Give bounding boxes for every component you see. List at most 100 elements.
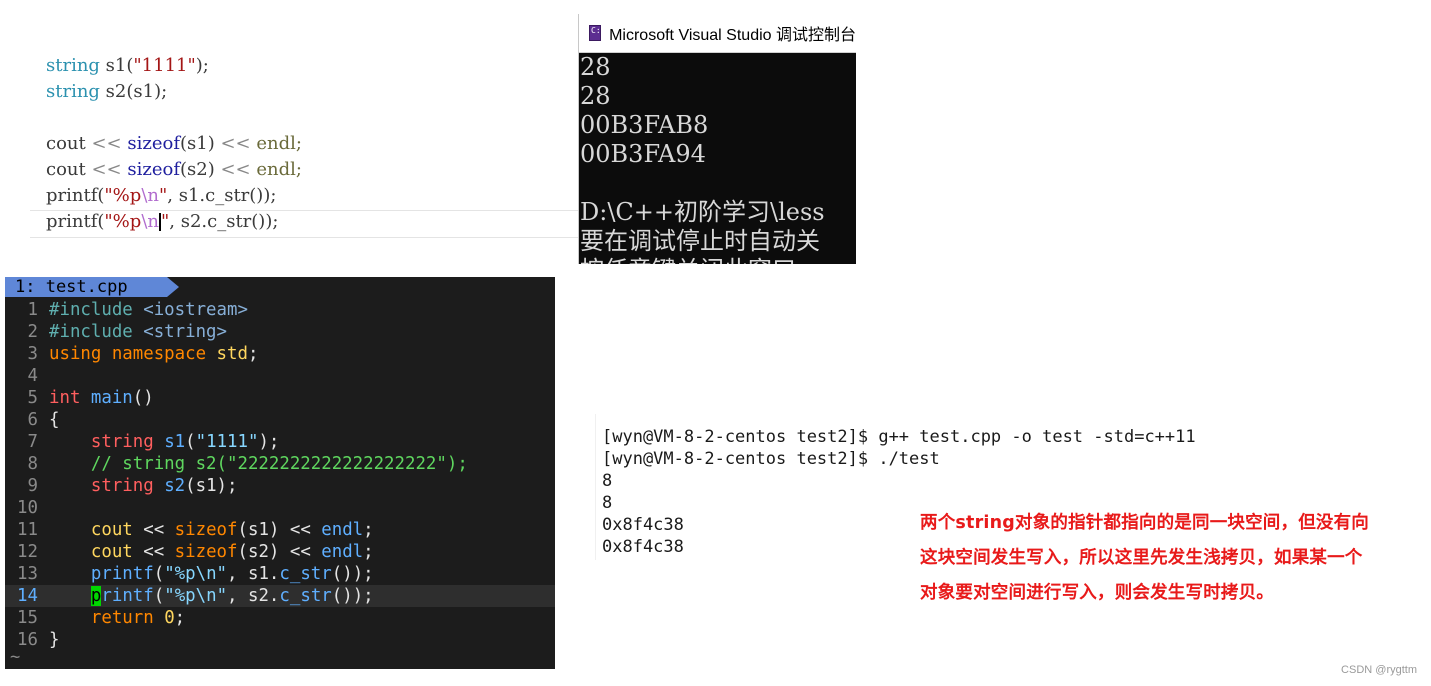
operator: <<	[220, 159, 251, 180]
code-token: c_str	[279, 586, 332, 606]
escape-sequence: \n	[141, 211, 159, 232]
code-token: ());	[331, 586, 374, 606]
code-line: printf("%p\n", s1.c_str());	[46, 183, 276, 209]
console-output: 28 28 00B3FAB8 00B3FA94 D:\C++初阶学习\less …	[579, 53, 856, 264]
vim-line[interactable]: 6{	[5, 409, 555, 431]
string-literal: "%p	[104, 185, 142, 206]
code-token: (s1);	[185, 476, 238, 496]
vim-empty-line-marker: ~	[10, 647, 21, 667]
operator: <<	[91, 159, 122, 180]
code-token: , s1.	[227, 564, 280, 584]
line-number: 7	[27, 432, 38, 452]
console-titlebar[interactable]: Microsoft Visual Studio 调试控制台	[579, 14, 856, 53]
vim-line[interactable]: 1 #include <iostream>	[5, 299, 555, 321]
code-token: cout	[90, 542, 133, 562]
vim-line[interactable]: 13 printf("%p\n", s1.c_str());	[5, 563, 555, 585]
console-line: D:\C++初阶学习\less	[580, 198, 825, 226]
code-token: string	[90, 476, 165, 496]
line-code: string s2(s1);	[49, 476, 238, 496]
vim-line[interactable]: 7 string s1("1111");	[5, 431, 555, 453]
line-code: cout << sizeof(s1) << endl;	[49, 520, 374, 540]
vim-tabline: 1: test.cpp	[5, 277, 555, 297]
code-token: "1111"	[195, 432, 259, 452]
code-token: std	[216, 344, 248, 364]
code-line: string s2(s1);	[46, 79, 167, 105]
code-token: ;	[174, 608, 186, 628]
console-line: 00B3FAB8	[580, 111, 709, 139]
code-token: ()	[132, 388, 154, 408]
line-code: return 0;	[49, 608, 185, 628]
code-text: , s2.c_str());	[169, 211, 279, 232]
code-token: using namespace	[49, 344, 217, 364]
debug-console-window[interactable]: Microsoft Visual Studio 调试控制台 28 28 00B3…	[578, 14, 856, 264]
function-name: printf(	[46, 185, 105, 206]
vim-buffer[interactable]: 1 #include <iostream> 2 #include <string> 3 u…	[5, 299, 555, 651]
line-code: printf("%p\n", s1.c_str());	[49, 564, 374, 584]
vim-line[interactable]: 2 #include <string>	[5, 321, 555, 343]
code-token: // string s2("2222222222222222222");	[90, 454, 468, 474]
string-literal: "1111"	[133, 55, 196, 76]
line-number: 9	[27, 476, 38, 496]
keyword-sizeof: sizeof	[121, 133, 180, 154]
vim-line[interactable]: 4	[5, 365, 555, 387]
console-app-icon	[589, 25, 606, 41]
string-literal: "%p	[104, 211, 142, 232]
code-line: cout << sizeof(s2) << endl;	[46, 157, 302, 183]
code-token: s2	[164, 476, 186, 496]
line-code: int main()	[49, 388, 154, 408]
linux-terminal[interactable]: [wyn@VM-8-2-centos test2]$ g++ test.cpp …	[595, 414, 1196, 560]
code-token: #include	[49, 322, 144, 342]
code-text: endl;	[250, 133, 302, 154]
vim-cursor: p	[90, 586, 102, 606]
vim-line[interactable]: 16}	[5, 629, 555, 651]
line-number: 11	[17, 520, 38, 540]
vim-line[interactable]: 12 cout << sizeof(s2) << endl;	[5, 541, 555, 563]
vim-line[interactable]: 8 // string s2("2222222222222222222");	[5, 453, 555, 475]
code-token: ;	[363, 520, 374, 540]
line-number: 2	[27, 322, 38, 342]
code-text: cout	[46, 159, 92, 180]
vim-line[interactable]: 11 cout << sizeof(s1) << endl;	[5, 519, 555, 541]
annotation-line: 这块空间发生写入，所以这里先发生浅拷贝，如果某一个	[920, 548, 1363, 568]
line-code: // string s2("2222222222222222222");	[49, 454, 468, 474]
code-token: (	[153, 564, 165, 584]
code-token: sizeof	[174, 520, 238, 540]
line-number: 15	[17, 608, 38, 628]
line-code: cout << sizeof(s2) << endl;	[49, 542, 374, 562]
vim-line[interactable]: 14 printf("%p\n", s2.c_str());	[5, 585, 555, 607]
code-text: (s2)	[180, 159, 221, 180]
code-token: <<	[132, 520, 175, 540]
vim-line[interactable]: 15 return 0;	[5, 607, 555, 629]
line-number: 12	[17, 542, 38, 562]
code-token: (	[185, 432, 196, 452]
vim-line[interactable]: 9 string s2(s1);	[5, 475, 555, 497]
line-code: #include <iostream>	[49, 300, 248, 320]
code-text: cout	[46, 133, 92, 154]
line-number: 1	[27, 300, 38, 320]
terminal-line: 8	[602, 471, 613, 491]
terminal-line: [wyn@VM-8-2-centos test2]$ ./test	[602, 449, 940, 469]
console-line: 28	[580, 82, 611, 110]
code-line: string s1("1111");	[46, 53, 209, 79]
line-code: {	[49, 410, 59, 430]
vs-code-editor[interactable]: string s1("1111"); string s2(s1); cout <…	[0, 40, 578, 240]
console-line: 要在调试停止时自动关	[580, 227, 820, 255]
vim-line[interactable]: 10	[5, 497, 555, 519]
code-text: , s1.c_str());	[167, 185, 277, 206]
vim-line[interactable]: 5 int main()	[5, 387, 555, 409]
tab-test-cpp[interactable]: 1: test.cpp	[5, 277, 179, 297]
code-token: );	[258, 432, 280, 452]
annotation-text: 两个string对象的指针都指向的是同一块空间，但没有向 这块空间发生写入，所以…	[920, 506, 1425, 611]
vim-editor[interactable]: 1: test.cpp 1 #include <iostream> 2 #includ…	[5, 277, 555, 669]
code-token: endl	[321, 542, 364, 562]
vim-line[interactable]: 3 using namespace std;	[5, 343, 555, 365]
code-line: cout << sizeof(s1) << endl;	[46, 131, 302, 157]
code-token: s1	[164, 432, 186, 452]
